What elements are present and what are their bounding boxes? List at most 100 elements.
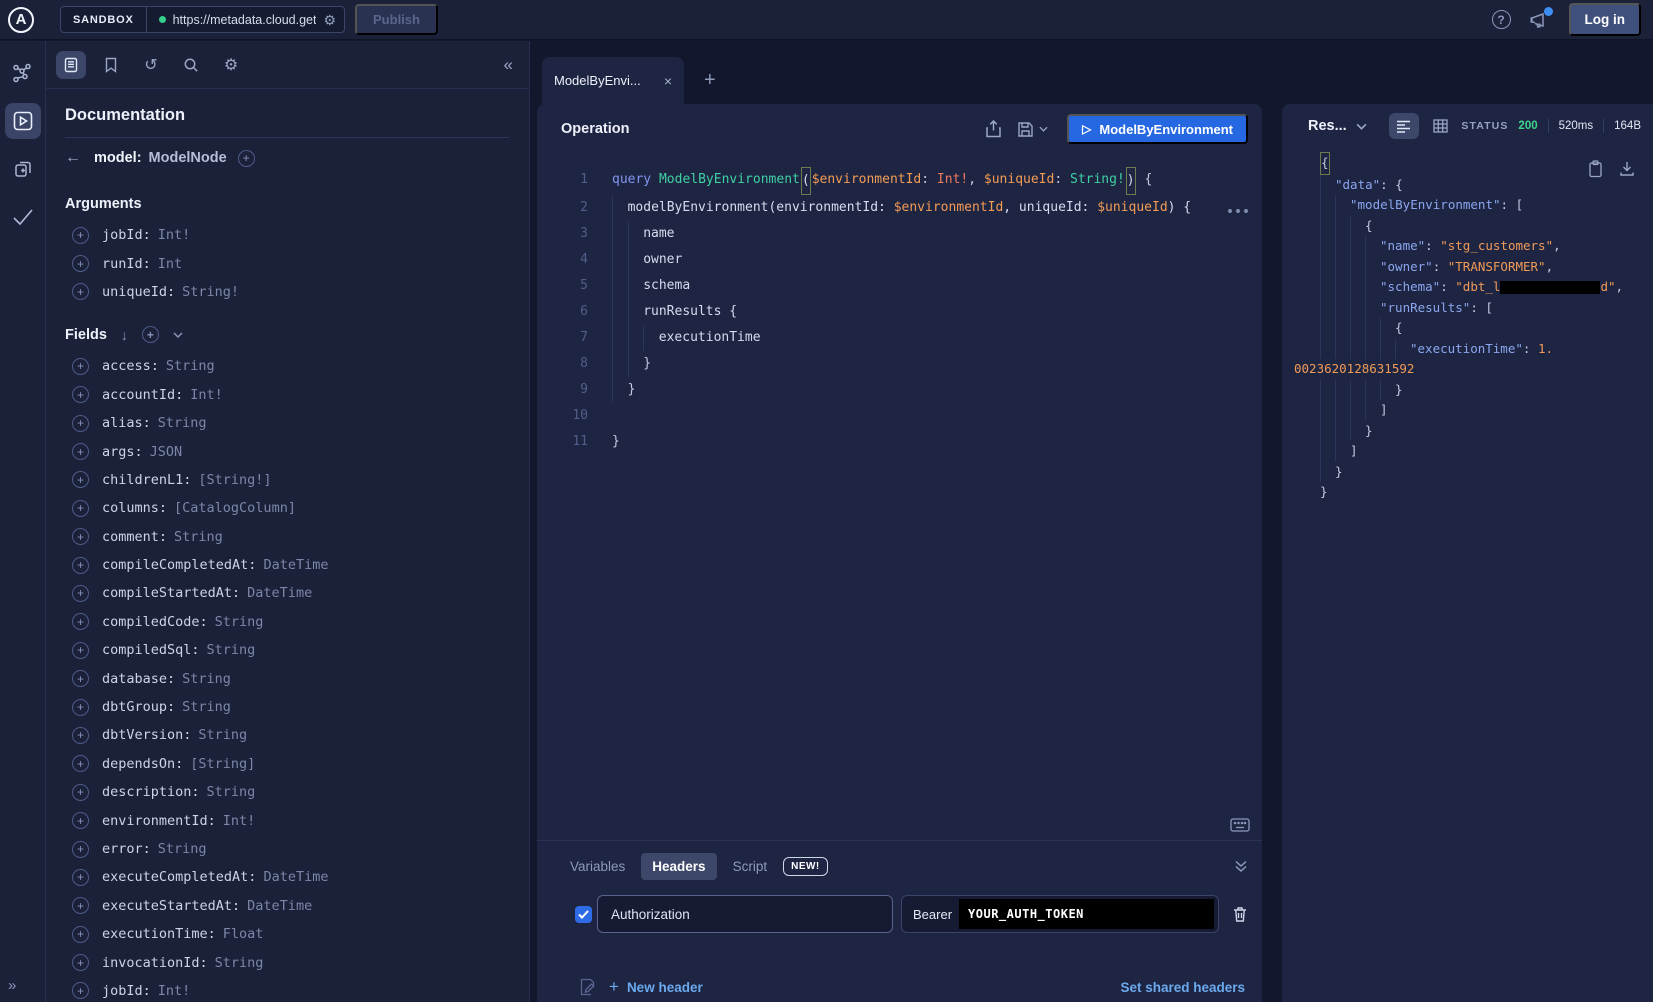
add-field-icon[interactable]: +: [72, 755, 89, 772]
add-field-icon[interactable]: +: [72, 585, 89, 602]
doc-field-row[interactable]: +args: JSON: [65, 437, 509, 465]
fields-chevron-icon[interactable]: [173, 332, 183, 338]
response-dropdown-button[interactable]: [1356, 123, 1367, 130]
settings-button[interactable]: ⚙: [216, 51, 246, 79]
doc-field-row[interactable]: +error: String: [65, 835, 509, 863]
tab-headers[interactable]: Headers: [641, 853, 716, 880]
add-all-fields-icon[interactable]: +: [238, 150, 255, 167]
close-tab-icon[interactable]: ×: [664, 73, 672, 89]
editor-overflow-menu[interactable]: [1228, 209, 1248, 213]
doc-field-row[interactable]: +alias: String: [65, 409, 509, 437]
header-value-field[interactable]: Bearer YOUR_AUTH_TOKEN: [901, 895, 1219, 933]
login-button[interactable]: Log in: [1569, 3, 1642, 36]
search-button[interactable]: [176, 51, 206, 79]
back-arrow-icon[interactable]: ←: [65, 149, 83, 167]
keyboard-shortcuts-button[interactable]: [1230, 818, 1250, 832]
breadcrumb-type-link[interactable]: ModelNode: [149, 150, 227, 166]
add-field-icon[interactable]: +: [72, 386, 89, 403]
add-field-icon[interactable]: +: [72, 982, 89, 999]
endpoint-url-field[interactable]: https://metadata.cloud.get ⚙: [147, 13, 344, 27]
add-field-icon[interactable]: +: [72, 557, 89, 574]
run-operation-button[interactable]: ▷ ModelByEnvironment: [1067, 114, 1248, 144]
doc-field-row[interactable]: +uniqueId: String!: [65, 278, 509, 306]
download-response-button[interactable]: [1619, 160, 1635, 178]
tab-variables[interactable]: Variables: [570, 859, 625, 874]
table-view-button[interactable]: [1426, 113, 1456, 139]
add-fields-icon[interactable]: +: [142, 326, 159, 343]
add-field-icon[interactable]: +: [72, 255, 89, 272]
connection-settings-icon[interactable]: ⚙: [323, 13, 336, 27]
help-icon[interactable]: ?: [1492, 10, 1511, 29]
share-operation-button[interactable]: [985, 120, 1002, 138]
add-field-icon[interactable]: +: [72, 841, 89, 858]
add-field-icon[interactable]: +: [72, 415, 89, 432]
add-field-icon[interactable]: +: [72, 784, 89, 801]
add-field-icon[interactable]: +: [72, 897, 89, 914]
copy-response-button[interactable]: [1588, 160, 1603, 178]
new-tab-button[interactable]: +: [704, 69, 716, 92]
add-field-icon[interactable]: +: [72, 471, 89, 488]
query-editor[interactable]: 1query ModelByEnvironment($environmentId…: [537, 154, 1262, 840]
add-field-icon[interactable]: +: [72, 926, 89, 943]
add-field-icon[interactable]: +: [72, 869, 89, 886]
doc-field-row[interactable]: +invocationId: String: [65, 948, 509, 976]
explorer-nav-button[interactable]: [5, 103, 41, 139]
operation-tab[interactable]: ModelByEnvi... ×: [542, 57, 684, 104]
schema-nav-button[interactable]: [5, 55, 41, 91]
doc-field-row[interactable]: +comment: String: [65, 523, 509, 551]
add-field-icon[interactable]: +: [72, 670, 89, 687]
history-button[interactable]: ↺: [136, 51, 166, 79]
announcements-button[interactable]: [1529, 10, 1551, 30]
doc-field-row[interactable]: +accountId: Int!: [65, 381, 509, 409]
doc-field-row[interactable]: +compiledSql: String: [65, 636, 509, 664]
add-field-icon[interactable]: +: [72, 500, 89, 517]
collapse-sidebar-button[interactable]: «: [504, 55, 513, 75]
add-field-icon[interactable]: +: [72, 954, 89, 971]
sort-fields-icon[interactable]: ↓: [121, 327, 128, 343]
expand-rail-button[interactable]: »: [8, 977, 16, 994]
doc-field-row[interactable]: +compiledCode: String: [65, 608, 509, 636]
doc-field-row[interactable]: +compileStartedAt: DateTime: [65, 579, 509, 607]
checks-nav-button[interactable]: [5, 199, 41, 235]
saved-operations-button[interactable]: [96, 51, 126, 79]
header-enabled-checkbox[interactable]: [575, 906, 592, 923]
add-field-icon[interactable]: +: [72, 642, 89, 659]
add-field-icon[interactable]: +: [72, 283, 89, 300]
doc-field-row[interactable]: +dependsOn: [String]: [65, 750, 509, 778]
doc-field-row[interactable]: +dbtVersion: String: [65, 721, 509, 749]
add-field-icon[interactable]: +: [72, 528, 89, 545]
add-field-icon[interactable]: +: [72, 613, 89, 630]
add-field-icon[interactable]: +: [72, 727, 89, 744]
doc-field-row[interactable]: +database: String: [65, 664, 509, 692]
formatted-view-button[interactable]: [1389, 113, 1419, 139]
doc-field-row[interactable]: +jobId: Int!: [65, 977, 509, 1002]
add-field-icon[interactable]: +: [72, 227, 89, 244]
endpoint-url[interactable]: https://metadata.cloud.get: [173, 13, 317, 27]
tab-script[interactable]: Script: [733, 859, 768, 874]
new-header-button[interactable]: + New header: [609, 977, 703, 997]
doc-field-row[interactable]: +executionTime: Float: [65, 920, 509, 948]
set-shared-headers-link[interactable]: Set shared headers: [1120, 980, 1245, 995]
doc-field-row[interactable]: +runId: Int: [65, 249, 509, 277]
doc-field-row[interactable]: +dbtGroup: String: [65, 693, 509, 721]
documentation-tab-button[interactable]: [56, 51, 86, 79]
doc-field-row[interactable]: +environmentId: Int!: [65, 806, 509, 834]
doc-field-row[interactable]: +columns: [CatalogColumn]: [65, 494, 509, 522]
doc-field-row[interactable]: +access: String: [65, 352, 509, 380]
edit-raw-headers-button[interactable]: [579, 978, 596, 996]
doc-field-row[interactable]: +childrenL1: [String!]: [65, 466, 509, 494]
save-operation-button[interactable]: [1017, 121, 1048, 138]
response-body[interactable]: {"data": {"modelByEnvironment": [{"name"…: [1282, 148, 1653, 1002]
delete-header-button[interactable]: [1232, 906, 1248, 923]
doc-field-row[interactable]: +jobId: Int!: [65, 221, 509, 249]
add-field-icon[interactable]: +: [72, 812, 89, 829]
add-field-icon[interactable]: +: [72, 699, 89, 716]
doc-field-row[interactable]: +executeStartedAt: DateTime: [65, 892, 509, 920]
doc-field-row[interactable]: +description: String: [65, 778, 509, 806]
doc-field-row[interactable]: +compileCompletedAt: DateTime: [65, 551, 509, 579]
publish-button[interactable]: Publish: [355, 4, 438, 35]
doc-field-row[interactable]: +executeCompletedAt: DateTime: [65, 863, 509, 891]
add-field-icon[interactable]: +: [72, 358, 89, 375]
header-name-input[interactable]: [597, 895, 893, 933]
collections-nav-button[interactable]: [5, 151, 41, 187]
